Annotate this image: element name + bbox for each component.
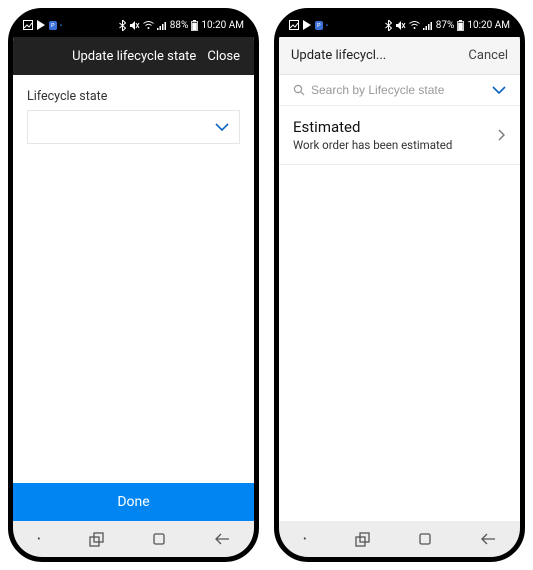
item-subtitle: Work order has been estimated xyxy=(293,138,498,152)
google-play-icon xyxy=(302,20,312,30)
status-right-icons: 87% 10:20 AM xyxy=(385,20,510,31)
google-play-icon xyxy=(36,20,46,30)
wifi-icon xyxy=(143,21,154,30)
search-icon xyxy=(293,84,305,96)
item-title: Estimated xyxy=(293,118,498,136)
back-icon[interactable] xyxy=(214,532,230,546)
nav-bar: • xyxy=(13,521,254,557)
dot-icon: • xyxy=(60,21,63,30)
app-header: Update lifecycl... Cancel xyxy=(279,37,520,75)
lifecycle-item-estimated[interactable]: Estimated Work order has been estimated xyxy=(279,106,520,165)
screen-right: Update lifecycl... Cancel Estimated Work… xyxy=(279,37,520,521)
nav-bar: • xyxy=(279,521,520,557)
page-title: Update lifecycle state xyxy=(61,49,207,64)
pro-badge-icon: ᴘ xyxy=(315,21,323,30)
search-row[interactable] xyxy=(279,75,520,106)
gallery-icon xyxy=(289,20,299,30)
close-button[interactable]: Close xyxy=(207,49,240,64)
battery-percent: 88% xyxy=(170,20,189,31)
dot-icon: • xyxy=(303,534,306,545)
cancel-button[interactable]: Cancel xyxy=(468,48,508,63)
lifecycle-state-dropdown[interactable] xyxy=(27,110,240,144)
chevron-down-icon xyxy=(215,123,229,132)
page-title: Update lifecycl... xyxy=(291,48,468,63)
mute-icon xyxy=(395,20,406,31)
bluetooth-icon xyxy=(385,20,392,31)
battery-icon xyxy=(457,20,464,31)
blank-area xyxy=(279,165,520,521)
battery-percent: 87% xyxy=(436,20,455,31)
signal-icon xyxy=(157,21,167,30)
recent-apps-icon[interactable] xyxy=(89,532,104,547)
bluetooth-icon xyxy=(119,20,126,31)
signal-icon xyxy=(423,21,433,30)
item-text-block: Estimated Work order has been estimated xyxy=(293,118,498,152)
pro-badge-icon: ᴘ xyxy=(49,21,57,30)
recent-apps-icon[interactable] xyxy=(355,532,370,547)
dot-icon: • xyxy=(326,21,329,30)
home-icon[interactable] xyxy=(418,532,432,546)
chevron-down-icon[interactable] xyxy=(492,86,506,95)
wifi-icon xyxy=(409,21,420,30)
status-right-icons: 88% 10:20 AM xyxy=(119,20,244,31)
app-header: Update lifecycle state Close xyxy=(13,37,254,75)
clock-label: 10:20 AM xyxy=(467,20,510,31)
form-content: Lifecycle state xyxy=(13,75,254,483)
clock-label: 10:20 AM xyxy=(201,20,244,31)
mute-icon xyxy=(129,20,140,31)
screen-left: Update lifecycle state Close Lifecycle s… xyxy=(13,37,254,521)
done-button[interactable]: Done xyxy=(13,483,254,521)
phone-right: ᴘ • 87% 10:20 AM Update lifecycl... Canc… xyxy=(274,8,525,562)
status-bar: ᴘ • 88% 10:20 AM xyxy=(13,13,254,37)
home-icon[interactable] xyxy=(152,532,166,546)
status-left-icons: ᴘ • xyxy=(23,20,62,30)
status-left-icons: ᴘ • xyxy=(289,20,328,30)
dot-icon: • xyxy=(37,534,40,545)
back-icon[interactable] xyxy=(480,532,496,546)
battery-icon xyxy=(191,20,198,31)
phone-left: ᴘ • 88% 10:20 AM Update lifecycle state … xyxy=(8,8,259,562)
status-bar: ᴘ • 87% 10:20 AM xyxy=(279,13,520,37)
chevron-right-icon xyxy=(498,129,506,141)
gallery-icon xyxy=(23,20,33,30)
search-input[interactable] xyxy=(311,83,486,97)
lifecycle-state-label: Lifecycle state xyxy=(27,89,240,104)
